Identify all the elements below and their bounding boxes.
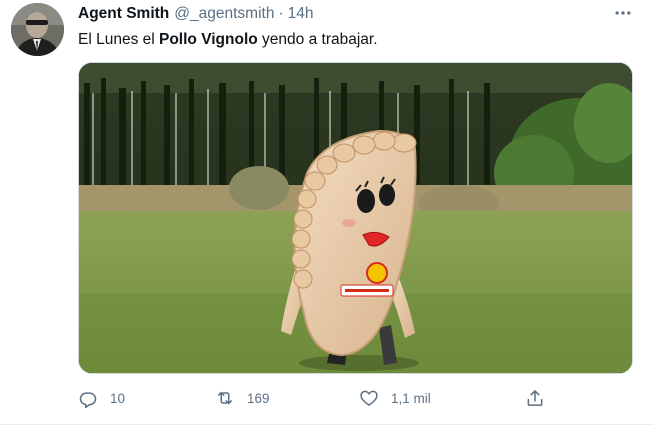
media-image	[79, 63, 632, 373]
more-button[interactable]	[610, 2, 636, 24]
tweet-text-before: El Lunes el	[78, 31, 159, 48]
avatar-image	[11, 3, 64, 56]
tweet-actions: 10 169 1,1 mil	[78, 388, 548, 412]
like-button[interactable]: 1,1 mil	[359, 388, 431, 408]
author-handle[interactable]: @_agentsmith	[174, 5, 274, 23]
share-button[interactable]	[525, 388, 545, 408]
reply-count: 10	[110, 390, 126, 406]
avatar[interactable]	[11, 3, 64, 56]
author-name[interactable]: Agent Smith	[78, 5, 169, 23]
reply-button[interactable]: 10	[78, 388, 125, 408]
tweet[interactable]: Agent Smith @_agentsmith · 14h El Lunes …	[0, 0, 654, 425]
heart-icon	[360, 390, 378, 406]
tweet-text: El Lunes el Pollo Vignolo yendo a trabaj…	[78, 31, 378, 49]
retweet-icon	[218, 391, 232, 405]
reply-icon	[79, 392, 97, 408]
tweet-media[interactable]	[78, 62, 633, 374]
separator-dot: ·	[278, 5, 284, 22]
tweet-text-after: yendo a trabajar.	[257, 31, 378, 48]
more-icon	[615, 11, 631, 15]
tweet-header: Agent Smith @_agentsmith · 14h	[78, 5, 314, 23]
like-count: 1,1 mil	[391, 390, 431, 406]
share-icon	[527, 390, 543, 406]
retweet-count: 169	[247, 390, 270, 406]
tweet-text-bold: Pollo Vignolo	[159, 31, 258, 48]
timestamp[interactable]: 14h	[288, 5, 314, 23]
retweet-button[interactable]: 169	[215, 388, 270, 408]
